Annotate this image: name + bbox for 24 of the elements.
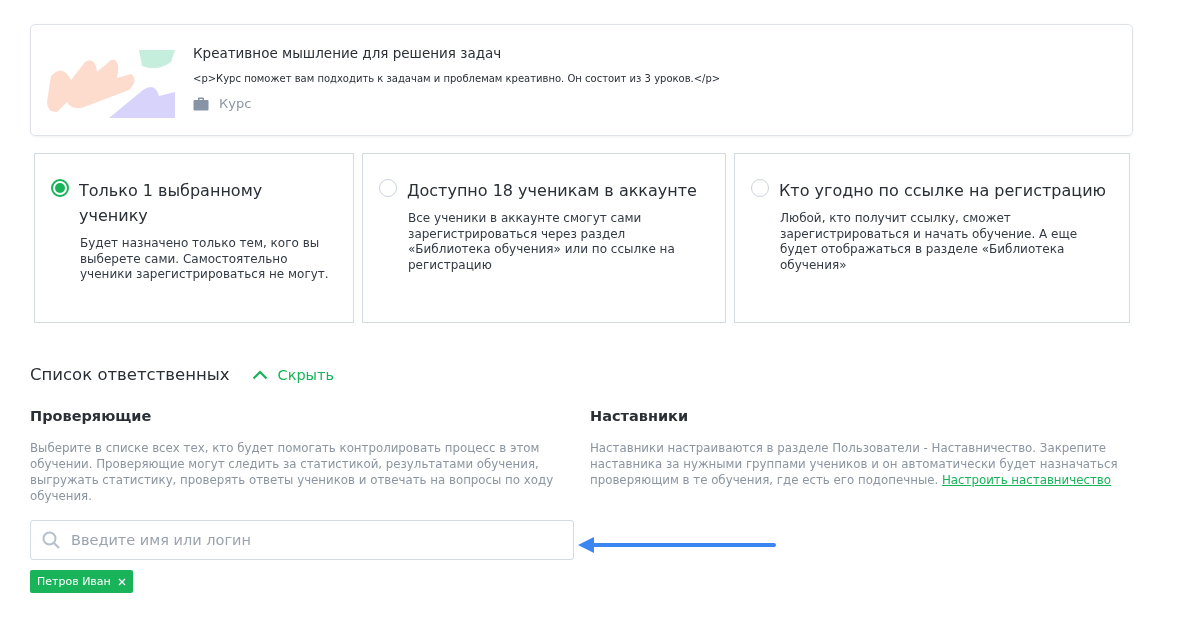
option-title: Кто угодно по ссылке на регистрацию (779, 180, 1106, 202)
search-field[interactable]: Введите имя или логин (30, 520, 574, 560)
option-title: Только 1 выбранному ученику (79, 180, 264, 227)
briefcase-icon (193, 96, 209, 111)
search-icon (42, 531, 60, 549)
mentors-description: Наставники настраиваются в разделе Пользователи - Наставничество. Закрепите наставника за нужными группами учеников и он автоматически будет назначаться проверяющим в те обучения, где есть его подопечные. Настроить наставничество (590, 440, 1119, 488)
option-description: Любой, кто получит ссылку, сможет зарегистрироваться и начать обучение. А еще будет отображаться в разделе «Библиотека обучения» (780, 211, 1079, 273)
option-description: Будет назначено только тем, кого вы выберете сами. Самостоятельно ученики зарегистрироваться не могут. (80, 236, 330, 283)
access-option-card[interactable]: Доступно 18 ученикам в аккаунте Все ученики в аккаунте смогут сами зарегистрироваться через раздел «Библиотека обучения» или по ссылке на регистрацию (362, 153, 726, 323)
course-type-label: Курс (219, 96, 252, 111)
section-title: Список ответственных (30, 365, 230, 384)
mentors-heading: Наставники (590, 408, 690, 424)
access-option-card[interactable]: Кто угодно по ссылке на регистрацию Любой, кто получит ссылку, сможет зарегистрироваться и начать обучение. А еще будет отображаться в разделе «Библиотека обучения» (734, 153, 1130, 323)
close-icon[interactable] (117, 577, 126, 586)
access-option-card[interactable]: Только 1 выбранному ученику Будет назначено только тем, кого вы выберете сами. Самостоятельно ученики зарегистрироваться не могут. (34, 153, 354, 323)
chevron-up-icon (251, 369, 268, 380)
course-description: <p>Курс поможет вам подходить к задачам и проблемам креативно. Он состоит из 3 уроков.</p> (193, 73, 721, 84)
option-title: Доступно 18 ученикам в аккаунте (407, 180, 697, 202)
reviewers-description: Выберите в списке всех тех, кто будет помогать контролировать процесс в этом обучении. Проверяющие могут следить за статистикой, результатами обучения, выгружать статистику, проверять ответы учеников и отвечать на вопросы по ходу обучения. (30, 440, 555, 504)
reviewers-heading: Проверяющие (30, 408, 153, 424)
radio-button[interactable] (51, 179, 69, 197)
course-title: Креативное мышление для решения задач (193, 45, 503, 61)
option-description: Все ученики в аккаунте смогут сами зарегистрироваться через раздел «Библиотека обучения» или по ссылке на регистрацию (408, 211, 676, 273)
reviewer-tag: Петров Иван (30, 570, 133, 593)
